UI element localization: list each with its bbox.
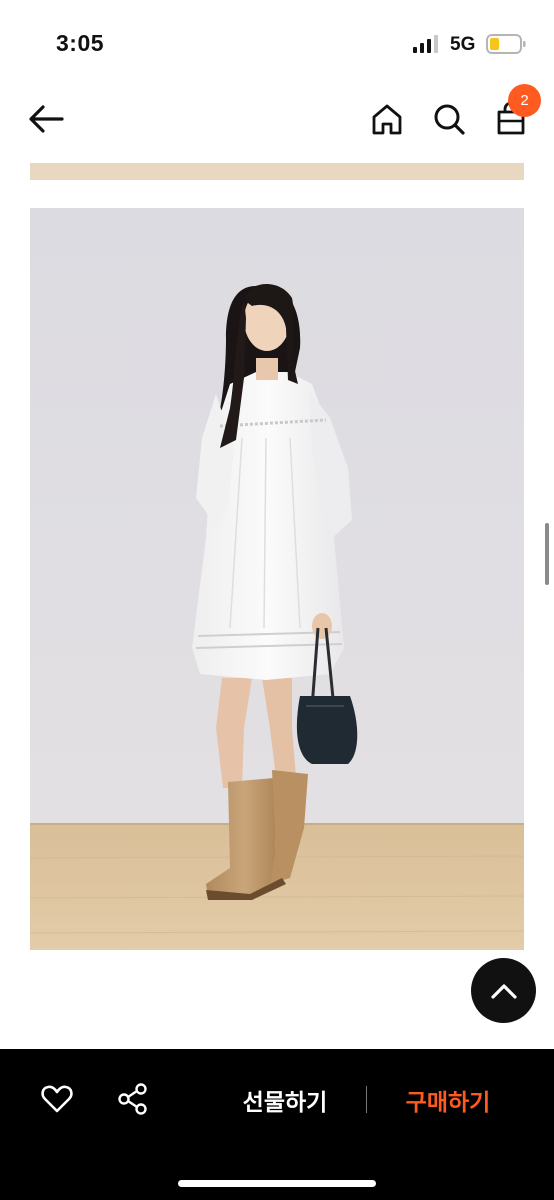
status-bar: 3:05 5G — [0, 0, 554, 88]
cellular-signal-icon — [413, 35, 438, 53]
buy-button[interactable]: 구매하기 — [392, 1078, 504, 1122]
top-nav — [0, 88, 554, 150]
scroll-to-top-button[interactable] — [471, 958, 536, 1023]
scrollbar-thumb[interactable] — [545, 523, 549, 585]
cart-count-badge: 2 — [508, 84, 541, 117]
bottom-action-bar — [0, 1049, 554, 1200]
home-indicator[interactable] — [178, 1180, 376, 1187]
network-label: 5G — [450, 34, 476, 55]
home-icon[interactable] — [368, 100, 406, 138]
status-time: 3:05 — [56, 30, 105, 56]
search-icon[interactable] — [430, 100, 468, 138]
product-model-photo — [30, 208, 524, 950]
chevron-up-icon — [490, 983, 517, 999]
arrow-left-icon[interactable] — [26, 100, 68, 138]
bar-divider — [366, 1086, 367, 1113]
gift-button[interactable]: 선물하기 — [226, 1078, 344, 1122]
share-icon[interactable] — [116, 1082, 150, 1116]
app-screen: 3:05 5G 2 선물하기 구매하기 — [0, 0, 554, 1200]
battery-low-icon — [486, 34, 526, 54]
previous-image-edge — [30, 163, 524, 180]
heart-icon[interactable] — [40, 1082, 74, 1116]
